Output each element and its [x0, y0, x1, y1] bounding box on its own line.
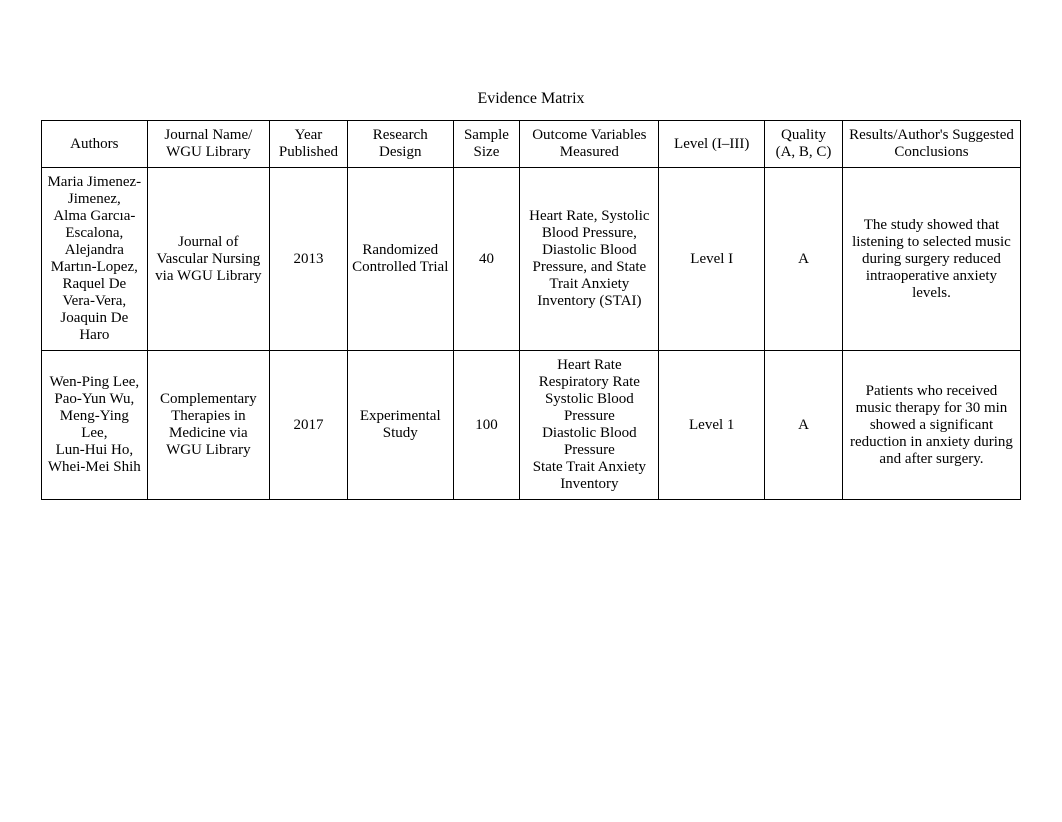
cell-quality: A — [765, 351, 843, 500]
header-level: Level (I–III) — [659, 121, 765, 168]
cell-quality: A — [765, 168, 843, 351]
cell-design: Randomized Controlled Trial — [347, 168, 453, 351]
cell-outcome: Heart RateRespiratory RateSystolic Blood… — [520, 351, 659, 500]
cell-design: Experimental Study — [347, 351, 453, 500]
cell-authors: Wen-Ping Lee,Pao-Yun Wu,Meng-Ying Lee,Lu… — [42, 351, 148, 500]
cell-level: Level I — [659, 168, 765, 351]
cell-journal: Complementary Therapies in Medicine via … — [147, 351, 269, 500]
header-outcome: Outcome Variables Measured — [520, 121, 659, 168]
header-design: Research Design — [347, 121, 453, 168]
cell-year: 2013 — [270, 168, 348, 351]
cell-sample: 40 — [453, 168, 520, 351]
table-header-row: Authors Journal Name/WGU Library Year Pu… — [42, 121, 1021, 168]
header-results: Results/Author's Suggested Conclusions — [842, 121, 1020, 168]
cell-sample: 100 — [453, 351, 520, 500]
cell-outcome: Heart Rate, Systolic Blood Pressure, Dia… — [520, 168, 659, 351]
header-journal: Journal Name/WGU Library — [147, 121, 269, 168]
header-quality: Quality(A, B, C) — [765, 121, 843, 168]
cell-authors: Maria Jimenez-Jimenez,Alma Garcıa-Escalo… — [42, 168, 148, 351]
cell-results: Patients who received music therapy for … — [842, 351, 1020, 500]
cell-results: The study showed that listening to selec… — [842, 168, 1020, 351]
page-title: Evidence Matrix — [40, 90, 1022, 108]
cell-year: 2017 — [270, 351, 348, 500]
evidence-matrix-table: Authors Journal Name/WGU Library Year Pu… — [41, 120, 1021, 500]
header-sample: Sample Size — [453, 121, 520, 168]
header-authors: Authors — [42, 121, 148, 168]
cell-level: Level 1 — [659, 351, 765, 500]
cell-journal: Journal of Vascular Nursing via WGU Libr… — [147, 168, 269, 351]
table-row: Wen-Ping Lee,Pao-Yun Wu,Meng-Ying Lee,Lu… — [42, 351, 1021, 500]
header-year: Year Published — [270, 121, 348, 168]
table-row: Maria Jimenez-Jimenez,Alma Garcıa-Escalo… — [42, 168, 1021, 351]
